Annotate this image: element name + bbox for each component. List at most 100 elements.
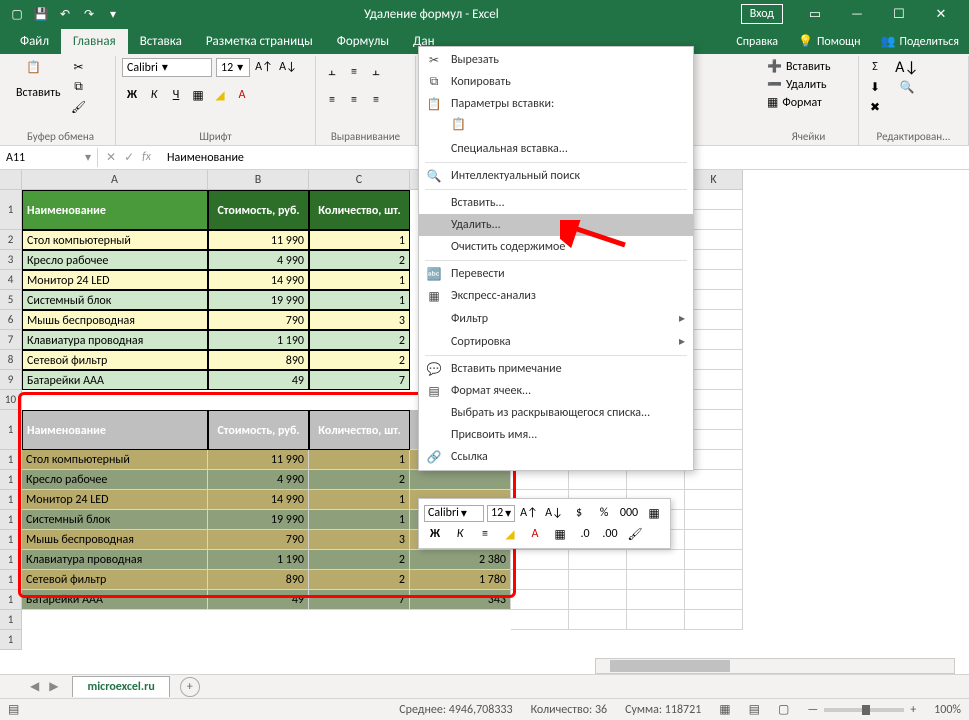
row-header[interactable]: 3 (0, 250, 22, 270)
cell[interactable] (627, 590, 685, 610)
cell[interactable]: 4 990 (208, 470, 309, 490)
clear-icon[interactable]: ✖ (865, 98, 885, 116)
cell[interactable]: Количество, шт. (309, 190, 410, 230)
mini-format-table-icon[interactable]: ▦ (643, 503, 665, 523)
ctx-insert[interactable]: Вставить... (419, 192, 693, 214)
cell[interactable]: 2 (309, 550, 410, 570)
cell[interactable]: 1 (309, 230, 410, 250)
bold-button[interactable]: Ж (122, 85, 142, 105)
cell[interactable]: Кресло рабочее (22, 250, 208, 270)
font-size-selector[interactable]: 12▾ (216, 58, 250, 77)
align-bottom-icon[interactable]: ⫠ (366, 62, 386, 82)
column-header[interactable]: C (309, 170, 410, 190)
ribbon-options-icon[interactable]: ▭ (795, 2, 835, 26)
cancel-formula-icon[interactable]: ✕ (106, 150, 116, 165)
sign-in-button[interactable]: Вход (741, 4, 783, 24)
cell[interactable]: 4 990 (208, 250, 309, 270)
column-header[interactable]: A (22, 170, 208, 190)
mini-font-color-icon[interactable]: A (524, 524, 546, 544)
maximize-button[interactable]: ☐ (879, 2, 919, 26)
ctx-pick-from-dropdown[interactable]: Выбрать из раскрывающегося списка... (419, 402, 693, 424)
cell[interactable]: Мышь беспроводная (22, 310, 208, 330)
name-box[interactable]: A11▾ (0, 148, 98, 167)
row-header[interactable]: 1 (0, 490, 22, 510)
mini-italic-button[interactable]: К (449, 524, 471, 544)
mini-accounting-icon[interactable]: $ (568, 503, 590, 523)
cell[interactable] (627, 570, 685, 590)
tell-me[interactable]: 💡Помощн (788, 29, 871, 54)
cell[interactable] (410, 470, 511, 490)
align-top-icon[interactable]: ⫠ (322, 62, 342, 82)
zoom-slider[interactable]: —+ (807, 703, 916, 717)
cells-delete-button[interactable]: ➖Удалить (765, 76, 829, 93)
autosave-icon[interactable]: ▢ (8, 5, 26, 23)
cell[interactable]: 1 190 (208, 330, 309, 350)
cells-format-button[interactable]: ▦Формат (765, 94, 824, 111)
cell[interactable]: 1 (309, 510, 410, 530)
row-header[interactable]: 1 (0, 450, 22, 470)
fill-color-button[interactable]: ◢ (210, 85, 230, 105)
cell[interactable]: Батарейки AAA (22, 370, 208, 390)
row-header[interactable]: 6 (0, 310, 22, 330)
mini-align-icon[interactable]: ≡ (474, 524, 496, 544)
cell[interactable] (627, 470, 685, 490)
paste-button[interactable]: 📋 Вставить (12, 58, 65, 102)
cell[interactable]: 1 (309, 270, 410, 290)
cell[interactable]: 1 780 (410, 570, 511, 590)
qat-dropdown-icon[interactable]: ▾ (104, 5, 122, 23)
find-select-icon[interactable]: 🔍 (897, 78, 917, 96)
autosum-icon[interactable]: Σ (865, 58, 885, 76)
row-header[interactable]: 1 (0, 190, 22, 230)
close-button[interactable]: ✕ (921, 2, 961, 26)
cell[interactable] (685, 490, 743, 510)
mini-border-icon[interactable]: ▦ (549, 524, 571, 544)
cell[interactable]: Сетевой фильтр (22, 570, 208, 590)
cell[interactable]: Стоимость, руб. (208, 410, 309, 450)
row-header[interactable]: 1 (0, 610, 22, 630)
ctx-insert-comment[interactable]: 💬Вставить примечание (419, 358, 693, 380)
mini-fill-color-icon[interactable]: ◢ (499, 524, 521, 544)
select-all-corner[interactable] (0, 170, 22, 190)
cell[interactable]: 2 (309, 330, 410, 350)
row-header[interactable]: 1 (0, 570, 22, 590)
sheet-nav-prev-icon[interactable]: ◀ (30, 679, 39, 694)
cell[interactable]: Батарейки AAA (22, 590, 208, 610)
mini-font-name[interactable]: Calibri▾ (424, 505, 484, 522)
row-header[interactable]: 1 (0, 470, 22, 490)
cell[interactable] (511, 470, 569, 490)
copy-icon[interactable]: ⧉ (69, 78, 89, 96)
cell[interactable]: 14 990 (208, 490, 309, 510)
cell[interactable] (685, 610, 743, 630)
ctx-quick-analysis[interactable]: ▦Экспресс-анализ (419, 285, 693, 307)
increase-font-icon[interactable]: A↑ (254, 58, 274, 76)
row-header[interactable]: 1 (0, 530, 22, 550)
row-header[interactable]: 5 (0, 290, 22, 310)
align-right-icon[interactable]: ≡ (366, 90, 386, 110)
fx-icon[interactable]: fx (142, 150, 151, 165)
cell[interactable]: Стол компьютерный (22, 230, 208, 250)
cell[interactable]: 790 (208, 310, 309, 330)
cell[interactable]: 49 (208, 370, 309, 390)
tab-help[interactable]: Справка (726, 30, 788, 54)
row-header[interactable]: 1 (0, 590, 22, 610)
cell[interactable]: 2 (309, 250, 410, 270)
format-painter-icon[interactable]: 🖌 (69, 98, 89, 116)
cell[interactable] (569, 590, 627, 610)
row-header[interactable]: 1 (0, 550, 22, 570)
align-center-icon[interactable]: ≡ (344, 90, 364, 110)
cell[interactable]: 1 (309, 450, 410, 470)
cell[interactable]: 890 (208, 350, 309, 370)
mini-decrease-decimal-icon[interactable]: .0 (574, 524, 596, 544)
cell[interactable]: Наименование (22, 410, 208, 450)
cell[interactable]: 49 (208, 590, 309, 610)
cell[interactable] (569, 470, 627, 490)
row-header[interactable]: 8 (0, 350, 22, 370)
cell[interactable] (685, 590, 743, 610)
align-middle-icon[interactable]: ≡ (344, 62, 364, 82)
add-sheet-button[interactable]: + (180, 677, 200, 697)
redo-icon[interactable]: ↷ (80, 5, 98, 23)
ctx-format-cells[interactable]: ▤Формат ячеек... (419, 380, 693, 402)
ctx-cut[interactable]: ✂Вырезать (419, 49, 693, 71)
cell[interactable]: 1 (309, 290, 410, 310)
mini-increase-font-icon[interactable]: A↑ (518, 503, 540, 523)
